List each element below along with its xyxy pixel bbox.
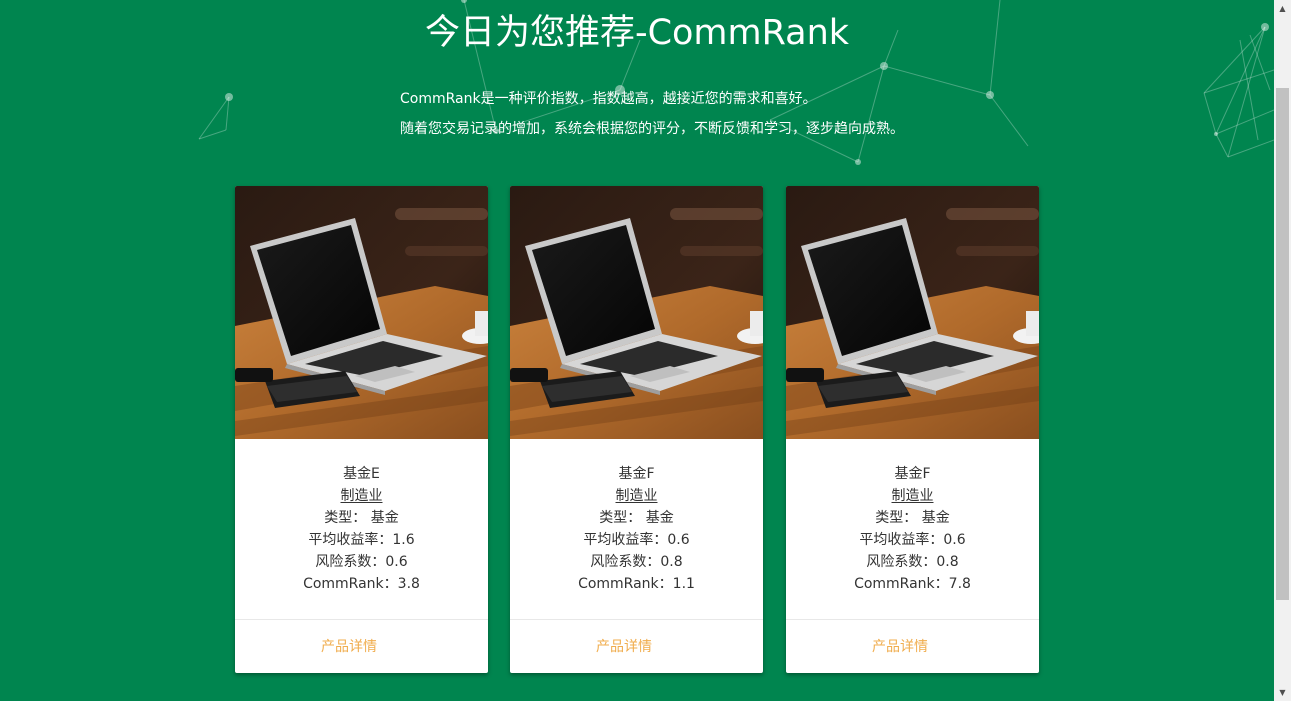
product-industry: 制造业 bbox=[615, 488, 658, 504]
product-name: 基金F bbox=[618, 466, 655, 482]
intro-text: CommRank是一种评价指数，指数越高，越接近您的需求和喜好。 随着您交易记录… bbox=[400, 84, 1160, 144]
product-info: 基金F 制造业 类型： 基金 平均收益率：0.6 风险系数：0.8 CommRa… bbox=[510, 463, 763, 595]
vertical-scrollbar[interactable]: ▲ ▼ bbox=[1274, 0, 1291, 701]
laptop-photo-image bbox=[235, 186, 488, 439]
product-type: 类型： 基金 bbox=[875, 510, 950, 526]
product-detail-link[interactable]: 产品详情 bbox=[786, 636, 1014, 658]
product-type: 类型： 基金 bbox=[324, 510, 399, 526]
scroll-up-arrow-icon[interactable]: ▲ bbox=[1274, 0, 1291, 17]
card-divider bbox=[510, 619, 763, 620]
product-risk-factor: 风险系数：0.8 bbox=[590, 554, 683, 570]
product-detail-link[interactable]: 产品详情 bbox=[510, 636, 738, 658]
scrollbar-thumb[interactable] bbox=[1276, 88, 1289, 600]
product-average-return: 平均收益率：0.6 bbox=[583, 532, 690, 548]
laptop-photo-image bbox=[510, 186, 763, 439]
product-card-2[interactable]: 基金F 制造业 类型： 基金 平均收益率：0.6 风险系数：0.8 CommRa… bbox=[510, 186, 763, 673]
intro-line-2: 随着您交易记录的增加，系统会根据您的评分，不断反馈和学习，逐步趋向成熟。 bbox=[400, 121, 904, 137]
card-divider bbox=[235, 619, 488, 620]
card-divider bbox=[786, 619, 1039, 620]
product-average-return: 平均收益率：1.6 bbox=[308, 532, 415, 548]
product-commrank: CommRank：7.8 bbox=[854, 576, 971, 592]
product-detail-link[interactable]: 产品详情 bbox=[235, 636, 463, 658]
product-industry: 制造业 bbox=[340, 488, 383, 504]
product-name: 基金F bbox=[894, 466, 931, 482]
product-card-3[interactable]: 基金F 制造业 类型： 基金 平均收益率：0.6 风险系数：0.8 CommRa… bbox=[786, 186, 1039, 673]
product-commrank: CommRank：3.8 bbox=[303, 576, 420, 592]
product-info: 基金E 制造业 类型： 基金 平均收益率：1.6 风险系数：0.6 CommRa… bbox=[235, 463, 488, 595]
intro-line-1: CommRank是一种评价指数，指数越高，越接近您的需求和喜好。 bbox=[400, 91, 817, 107]
product-industry: 制造业 bbox=[891, 488, 934, 504]
scroll-down-arrow-icon[interactable]: ▼ bbox=[1274, 684, 1291, 701]
product-info: 基金F 制造业 类型： 基金 平均收益率：0.6 风险系数：0.8 CommRa… bbox=[786, 463, 1039, 595]
laptop-photo-image bbox=[786, 186, 1039, 439]
product-risk-factor: 风险系数：0.8 bbox=[866, 554, 959, 570]
product-risk-factor: 风险系数：0.6 bbox=[315, 554, 408, 570]
product-average-return: 平均收益率：0.6 bbox=[859, 532, 966, 548]
product-card-1[interactable]: 基金E 制造业 类型： 基金 平均收益率：1.6 风险系数：0.6 CommRa… bbox=[235, 186, 488, 673]
product-type: 类型： 基金 bbox=[599, 510, 674, 526]
product-name: 基金E bbox=[343, 466, 380, 482]
page-title: 今日为您推荐-CommRank bbox=[424, 13, 850, 53]
product-commrank: CommRank：1.1 bbox=[578, 576, 695, 592]
